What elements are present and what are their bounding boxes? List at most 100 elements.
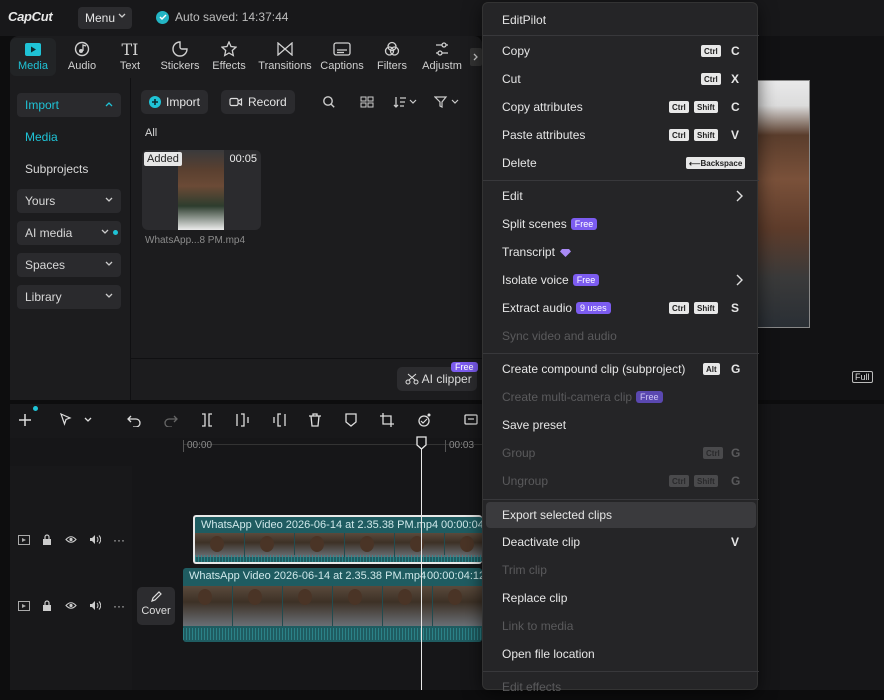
menu-item-isolate-voice[interactable]: Isolate voice Free	[483, 267, 759, 293]
filter-all[interactable]: All	[145, 127, 157, 139]
delete-icon[interactable]	[308, 413, 322, 427]
cover-button[interactable]: Cover	[137, 587, 175, 625]
more-icon[interactable]: ···	[113, 599, 125, 613]
notification-dot	[113, 230, 118, 235]
kbd-key: G	[731, 362, 741, 376]
menu-item-delete[interactable]: Delete ⟵Backspace	[483, 150, 759, 176]
volume-icon[interactable]	[89, 534, 101, 545]
menu-item-paste-attributes[interactable]: Paste attributes Ctrl Shift V	[483, 122, 759, 148]
sort-icon[interactable]	[393, 95, 417, 109]
menu-button[interactable]: Menu	[78, 7, 132, 29]
menu-item-split-scenes[interactable]: Split scenes Free	[483, 211, 759, 237]
visibility-icon[interactable]	[65, 535, 77, 544]
media-duration: 00:05	[229, 153, 257, 165]
playhead-handle[interactable]	[416, 436, 427, 450]
tab-captions[interactable]: Captions	[318, 40, 366, 76]
sidebar-item-library[interactable]: Library	[17, 285, 121, 309]
menu-item-save-preset[interactable]: Save preset	[483, 412, 759, 438]
add-track-icon[interactable]	[18, 413, 32, 427]
tab-label: Captions	[320, 60, 364, 72]
split-right-icon[interactable]	[272, 413, 286, 427]
volume-icon[interactable]	[89, 600, 101, 611]
select-cursor-icon[interactable]	[60, 413, 94, 427]
split-left-icon[interactable]	[236, 413, 250, 427]
kbd-shift: Shift	[694, 101, 718, 113]
menu-item-copy-attributes[interactable]: Copy attributes Ctrl Shift C	[483, 94, 759, 120]
lock-icon[interactable]	[42, 600, 52, 611]
adjustment-icon	[436, 42, 448, 56]
menu-item-edit[interactable]: Edit	[483, 183, 759, 209]
uses-badge: 9 uses	[576, 302, 611, 314]
kbd-key: G	[731, 474, 741, 488]
media-filename: WhatsApp...8 PM.mp4	[145, 235, 246, 246]
sidebar-item-subprojects[interactable]: Subprojects	[25, 162, 88, 176]
menu-item-transcript[interactable]: Transcript	[483, 239, 759, 265]
lock-icon[interactable]	[42, 534, 52, 545]
grid-view-icon[interactable]	[360, 95, 374, 109]
sidebar-item-import[interactable]: Import	[17, 93, 121, 117]
filter-icon[interactable]	[434, 95, 460, 109]
tab-adjustment[interactable]: Adjustm	[418, 40, 466, 76]
toolbar-more-button[interactable]	[470, 48, 482, 66]
menu-item-link-media: Link to media	[502, 619, 574, 633]
visibility-icon[interactable]	[65, 601, 77, 610]
timeline-clip-main[interactable]: WhatsApp Video 2026-06-14 at 2.35.38 PM.…	[183, 568, 482, 642]
redo-icon[interactable]	[164, 413, 178, 427]
audio-waveform	[183, 628, 482, 640]
tab-text[interactable]: TI Text	[112, 40, 148, 76]
tab-label: Transitions	[258, 60, 312, 72]
tab-stickers[interactable]: Stickers	[158, 40, 202, 76]
menu-label: Menu	[85, 11, 116, 25]
kbd-ctrl: Ctrl	[701, 73, 721, 85]
more-icon[interactable]: ···	[113, 533, 125, 547]
media-icon	[25, 42, 41, 56]
media-thumbnail	[178, 150, 224, 230]
notification-dot	[33, 406, 38, 411]
kbd-backspace: ⟵Backspace	[686, 157, 746, 169]
sidebar-item-yours[interactable]: Yours	[17, 189, 121, 213]
tab-media[interactable]: Media	[13, 40, 53, 76]
kbd-ctrl: Ctrl	[701, 45, 721, 57]
media-item[interactable]: Added 00:05	[142, 150, 261, 230]
clip-thumbnails	[195, 533, 482, 557]
menu-item-deactivate[interactable]: Deactivate clip V	[483, 529, 759, 555]
auto-reframe-icon[interactable]	[415, 412, 433, 428]
import-button[interactable]: Import	[141, 90, 209, 114]
record-button[interactable]: Record	[221, 90, 295, 114]
menu-item-export-selected[interactable]: Export selected clips	[486, 502, 756, 528]
tab-transitions[interactable]: Transitions	[256, 40, 314, 76]
free-badge: Free	[636, 391, 663, 403]
tab-label: Stickers	[160, 60, 200, 72]
timeline-clip-top[interactable]: WhatsApp Video 2026-06-14 at 2.35.38 PM.…	[193, 515, 482, 564]
menu-item-edit-effects: Edit effects	[502, 680, 562, 694]
menu-divider	[483, 35, 759, 36]
track-toggle-icon[interactable]	[18, 601, 30, 611]
menu-item-copy[interactable]: Copy Ctrl C	[483, 38, 759, 64]
fullscreen-button[interactable]: Full	[852, 371, 873, 383]
menu-item-extract-audio[interactable]: Extract audio 9 uses Ctrl Shift S	[483, 295, 759, 321]
tab-audio[interactable]: Audio	[62, 40, 102, 76]
sidebar-item-ai-media[interactable]: AI media	[17, 221, 121, 245]
search-icon[interactable]	[322, 95, 336, 109]
menu-item-cut[interactable]: Cut Ctrl X	[483, 66, 759, 92]
clip-duration: 00:00:04	[441, 519, 482, 531]
sidebar-item-media[interactable]: Media	[25, 130, 58, 144]
clip-label: WhatsApp Video 2026-06-14 at 2.35.38 PM.…	[189, 570, 427, 582]
tab-filters[interactable]: Filters	[372, 40, 412, 76]
tab-effects[interactable]: Effects	[208, 40, 250, 76]
menu-item-compound-clip[interactable]: Create compound clip (subproject) Alt G	[483, 356, 759, 382]
kbd-key: C	[731, 44, 740, 58]
track-toggle-icon[interactable]	[18, 535, 30, 545]
text-icon: TI	[121, 39, 139, 59]
sidebar-item-spaces[interactable]: Spaces	[17, 253, 121, 277]
crop-icon[interactable]	[380, 413, 394, 427]
menu-item-open-file-location[interactable]: Open file location	[483, 641, 759, 667]
chevron-down-icon	[105, 261, 113, 266]
more-tools-icon[interactable]	[464, 413, 478, 427]
marker-icon[interactable]	[344, 413, 358, 427]
captions-icon	[333, 42, 351, 56]
split-icon[interactable]	[200, 413, 214, 427]
undo-icon[interactable]	[127, 413, 141, 427]
menu-item-replace[interactable]: Replace clip	[483, 585, 759, 611]
chevron-right-icon	[736, 190, 743, 202]
